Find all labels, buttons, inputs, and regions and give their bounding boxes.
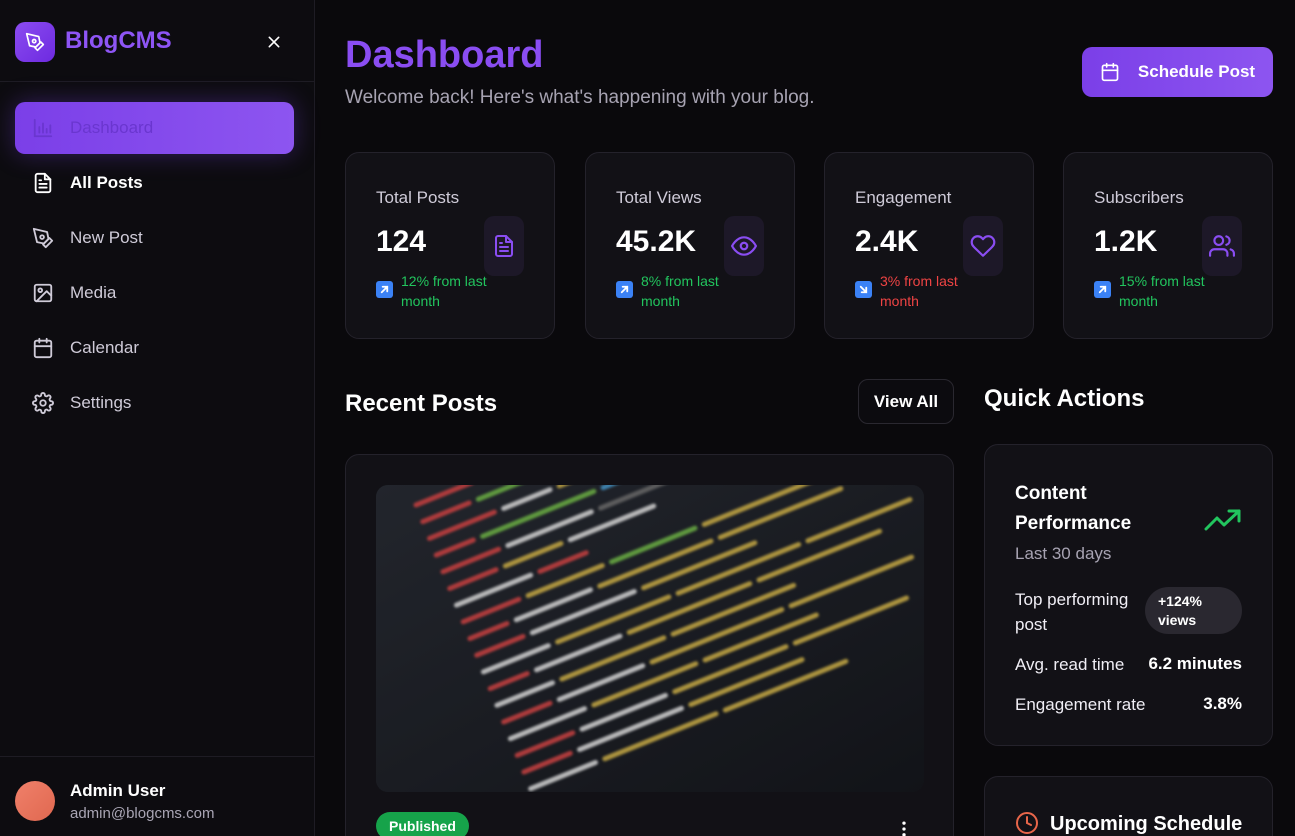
card-title: Upcoming Schedule <box>1050 813 1243 835</box>
stat-label: Total Posts <box>376 188 460 207</box>
sidebar-item-label: All Posts <box>70 173 143 192</box>
trending-up-icon <box>1204 507 1242 538</box>
sidebar-item-label: New Post <box>70 228 143 247</box>
arrow-up-right-icon <box>1094 281 1111 298</box>
stat-card-total-posts[interactable]: Total Posts 124 12% from last month <box>345 152 555 339</box>
clock-icon <box>1015 811 1039 836</box>
close-sidebar-button[interactable] <box>262 30 286 54</box>
stat-trend: 15% from last month <box>1094 271 1224 311</box>
card-subtitle: Last 30 days <box>1015 544 1112 563</box>
page-title: Dashboard <box>345 34 544 76</box>
code-screen-image <box>376 485 924 792</box>
stat-trend-text: 15% from last month <box>1119 273 1205 309</box>
metric-label: Engagement rate <box>1015 695 1146 714</box>
sidebar-item-dashboard[interactable]: Dashboard <box>15 102 294 154</box>
pen-tool-icon <box>25 32 45 52</box>
view-all-button[interactable]: View All <box>858 379 954 424</box>
stat-trend-text: 3% from last month <box>880 273 958 309</box>
user-profile[interactable]: Admin User admin@blogcms.com <box>0 756 314 836</box>
avatar <box>15 781 55 821</box>
sidebar-item-label: Media <box>70 283 117 302</box>
quick-actions-title: Quick Actions <box>984 385 1145 412</box>
brand-header: BlogCMS <box>0 0 314 82</box>
upcoming-schedule-card[interactable]: Upcoming Schedule <box>984 776 1273 836</box>
stats-grid: Total Posts 124 12% from last month Tota… <box>345 152 1273 339</box>
sidebar-item-calendar[interactable]: Calendar <box>15 322 294 374</box>
metric-label: Top performing post <box>1015 590 1129 634</box>
pen-icon <box>31 226 55 250</box>
close-icon <box>268 36 280 48</box>
sidebar-item-label: Calendar <box>70 338 139 357</box>
stat-trend: 8% from last month <box>616 271 746 311</box>
document-icon <box>31 171 55 195</box>
sidebar-item-label: Settings <box>70 393 132 412</box>
stat-card-subscribers[interactable]: Subscribers 1.2K 15% from last month <box>1063 152 1273 339</box>
app: BlogCMS Dashboard All Posts New Post Med… <box>0 0 1295 836</box>
stat-label: Subscribers <box>1094 188 1184 207</box>
stat-value: 2.4K <box>855 225 919 258</box>
calendar-icon <box>1101 62 1119 82</box>
stat-trend: 3% from last month <box>855 271 985 311</box>
schedule-post-button[interactable]: Schedule Post <box>1082 47 1273 97</box>
stat-trend-text: 8% from last month <box>641 273 719 309</box>
stat-value: 124 <box>376 225 427 258</box>
metric-value: 3.8% <box>1203 694 1242 713</box>
status-badge: Published <box>376 812 469 836</box>
sidebar-item-all-posts[interactable]: All Posts <box>15 157 294 209</box>
stat-label: Engagement <box>855 188 952 207</box>
stat-card-total-views[interactable]: Total Views 45.2K 8% from last month <box>585 152 795 339</box>
user-name: Admin User <box>70 781 166 800</box>
more-vertical-icon <box>902 821 906 836</box>
metric-label: Avg. read time <box>1015 655 1125 674</box>
stat-trend-text: 12% from last month <box>401 273 487 309</box>
eye-icon <box>724 216 764 276</box>
arrow-up-right-icon <box>616 281 633 298</box>
page-subtitle: Welcome back! Here's what's happening wi… <box>345 87 815 108</box>
image-icon <box>31 281 55 305</box>
gear-icon <box>31 391 55 415</box>
sidebar-item-new-post[interactable]: New Post <box>15 212 294 264</box>
stat-value: 1.2K <box>1094 225 1158 258</box>
sidebar-nav: Dashboard All Posts New Post Media Calen… <box>15 102 294 432</box>
sidebar: BlogCMS Dashboard All Posts New Post Med… <box>0 0 315 836</box>
sidebar-item-settings[interactable]: Settings <box>15 377 294 429</box>
users-icon <box>1202 216 1242 276</box>
main-content: Dashboard Welcome back! Here's what's ha… <box>315 0 1295 836</box>
sidebar-item-label: Dashboard <box>70 118 154 137</box>
stat-value: 45.2K <box>616 225 697 258</box>
brand-name: BlogCMS <box>65 27 172 54</box>
content-performance-card: Content Performance Last 30 days Top per… <box>984 444 1273 746</box>
calendar-icon <box>31 336 55 360</box>
user-email: admin@blogcms.com <box>70 805 215 822</box>
post-card[interactable]: Published <box>345 454 954 836</box>
metric-pill: +124% views <box>1145 587 1242 634</box>
arrow-up-right-icon <box>376 281 393 298</box>
stat-card-engagement[interactable]: Engagement 2.4K 3% from last month <box>824 152 1034 339</box>
bar-chart-icon <box>31 116 55 140</box>
arrow-down-right-icon <box>855 281 872 298</box>
metric-value: 6.2 minutes <box>1148 654 1242 673</box>
card-title: Content Performance <box>1015 483 1132 534</box>
document-icon <box>484 216 524 276</box>
stat-trend: 12% from last month <box>376 271 506 311</box>
schedule-post-label: Schedule Post <box>1137 62 1256 81</box>
stat-label: Total Views <box>616 188 702 207</box>
post-cover-image[interactable] <box>376 485 924 792</box>
heart-icon <box>963 216 1003 276</box>
recent-posts-title: Recent Posts <box>345 390 498 417</box>
more-options-button[interactable] <box>894 819 914 836</box>
brand-logo[interactable] <box>15 22 55 62</box>
sidebar-item-media[interactable]: Media <box>15 267 294 319</box>
